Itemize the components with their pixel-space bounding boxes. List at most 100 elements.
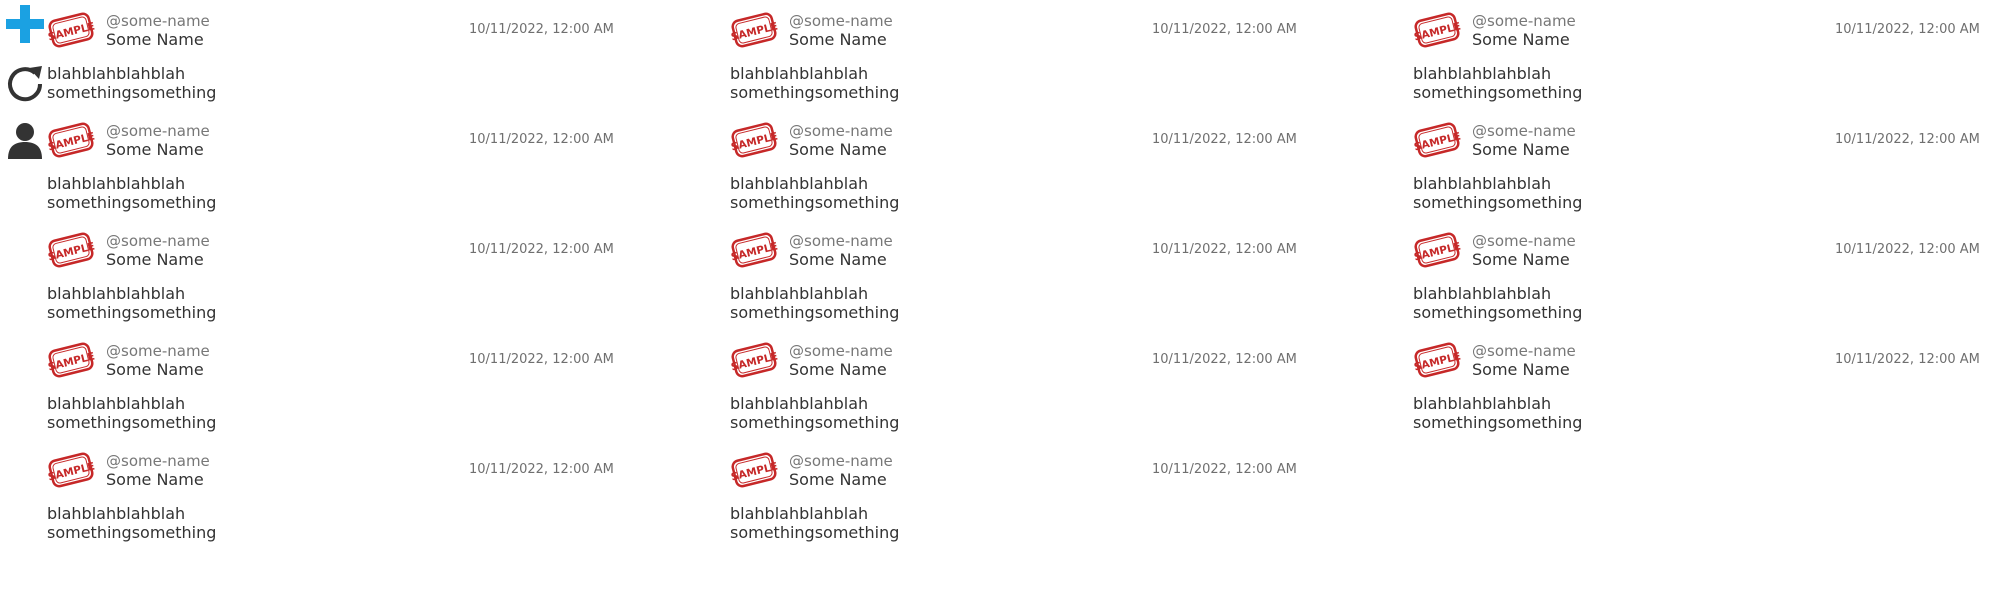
post-timestamp: 10/11/2022, 12:00 AM [1835,22,1980,37]
avatar[interactable]: SAMPLE [730,118,779,162]
avatar[interactable]: SAMPLE [47,228,96,272]
post-body-line: blahblahblahblah [47,284,186,303]
post-handle[interactable]: @some-name [106,12,210,30]
add-button[interactable] [5,4,45,44]
avatar[interactable]: SAMPLE [1413,338,1462,382]
plus-icon [6,5,44,43]
post-author-name[interactable]: Some Name [106,30,204,49]
post-author-name[interactable]: Some Name [789,140,887,159]
sidebar [0,0,50,600]
post-card[interactable]: SAMPLE @some-name Some Name 10/11/2022, 12… [1413,220,2000,328]
post-card[interactable]: SAMPLE @some-name Some Name 10/11/2022, 12… [730,220,1360,328]
post-card[interactable]: SAMPLE @some-name Some Name 10/11/2022, 12… [730,440,1360,548]
post-author-name[interactable]: Some Name [106,140,204,159]
post-author-name[interactable]: Some Name [1472,30,1570,49]
post-handle[interactable]: @some-name [106,342,210,360]
post-body: blahblahblahblah somethingsomething [1413,64,1582,102]
post-body: blahblahblahblah somethingsomething [730,394,899,432]
post-author-name[interactable]: Some Name [1472,360,1570,379]
post-handle[interactable]: @some-name [106,232,210,250]
post-body-line: blahblahblahblah [47,394,186,413]
post-timestamp: 10/11/2022, 12:00 AM [1835,352,1980,367]
avatar[interactable]: SAMPLE [730,338,779,382]
post-card[interactable]: SAMPLE @some-name Some Name 10/11/2022, 12… [1413,0,2000,108]
post-body-line: blahblahblahblah [730,504,869,523]
post-body-line: somethingsomething [730,413,900,432]
post-body-line: blahblahblahblah [730,64,869,83]
post-body-line: blahblahblahblah [1413,284,1552,303]
post-body: blahblahblahblah somethingsomething [1413,174,1582,212]
avatar[interactable]: SAMPLE [730,448,779,492]
profile-button[interactable] [5,120,45,160]
post-author-name[interactable]: Some Name [1472,250,1570,269]
post-handle[interactable]: @some-name [106,122,210,140]
post-body-line: blahblahblahblah [730,174,869,193]
avatar[interactable]: SAMPLE [1413,8,1462,52]
post-handle[interactable]: @some-name [789,342,893,360]
post-handle[interactable]: @some-name [789,232,893,250]
post-card[interactable]: SAMPLE @some-name Some Name 10/11/2022, 12… [47,440,677,548]
post-handle[interactable]: @some-name [789,122,893,140]
post-author-name[interactable]: Some Name [106,250,204,269]
post-body-line: somethingsomething [730,523,900,542]
post-card[interactable]: SAMPLE @some-name Some Name 10/11/2022, 12… [730,330,1360,438]
post-handle[interactable]: @some-name [106,452,210,470]
post-timestamp: 10/11/2022, 12:00 AM [1835,132,1980,147]
post-timestamp: 10/11/2022, 12:00 AM [1835,242,1980,257]
post-author-name[interactable]: Some Name [789,250,887,269]
post-body-line: blahblahblahblah [730,284,869,303]
avatar[interactable]: SAMPLE [47,8,96,52]
post-body: blahblahblahblah somethingsomething [47,64,216,102]
post-card[interactable]: SAMPLE @some-name Some Name 10/11/2022, 12… [47,0,677,108]
post-author-name[interactable]: Some Name [789,470,887,489]
post-author-name[interactable]: Some Name [789,360,887,379]
post-body: blahblahblahblah somethingsomething [47,394,216,432]
post-handle[interactable]: @some-name [1472,232,1576,250]
post-body-line: blahblahblahblah [1413,394,1552,413]
post-body: blahblahblahblah somethingsomething [730,504,899,542]
post-timestamp: 10/11/2022, 12:00 AM [469,242,614,257]
post-card[interactable]: SAMPLE @some-name Some Name 10/11/2022, 12… [47,220,677,328]
post-card[interactable]: SAMPLE @some-name Some Name 10/11/2022, 12… [47,110,677,218]
post-body-line: somethingsomething [1413,83,1583,102]
avatar[interactable]: SAMPLE [730,228,779,272]
post-body: blahblahblahblah somethingsomething [1413,284,1582,322]
post-body-line: somethingsomething [47,193,217,212]
post-card[interactable]: SAMPLE @some-name Some Name 10/11/2022, 12… [47,330,677,438]
post-handle[interactable]: @some-name [1472,342,1576,360]
avatar[interactable]: SAMPLE [47,448,96,492]
post-author-name[interactable]: Some Name [789,30,887,49]
post-handle[interactable]: @some-name [789,452,893,470]
post-body-line: somethingsomething [47,83,217,102]
post-author-name[interactable]: Some Name [106,360,204,379]
post-card[interactable]: SAMPLE @some-name Some Name 10/11/2022, 12… [730,110,1360,218]
post-body: blahblahblahblah somethingsomething [730,64,899,102]
post-timestamp: 10/11/2022, 12:00 AM [469,22,614,37]
post-body-line: somethingsomething [1413,193,1583,212]
post-body: blahblahblahblah somethingsomething [47,174,216,212]
post-handle[interactable]: @some-name [1472,12,1576,30]
post-body-line: somethingsomething [730,303,900,322]
post-card[interactable]: SAMPLE @some-name Some Name 10/11/2022, 12… [730,0,1360,108]
refresh-button[interactable] [5,64,45,104]
avatar[interactable]: SAMPLE [47,118,96,162]
post-handle[interactable]: @some-name [789,12,893,30]
post-timestamp: 10/11/2022, 12:00 AM [1152,352,1297,367]
post-card[interactable]: SAMPLE @some-name Some Name 10/11/2022, 12… [1413,330,2000,438]
post-timestamp: 10/11/2022, 12:00 AM [1152,242,1297,257]
post-author-name[interactable]: Some Name [106,470,204,489]
post-timestamp: 10/11/2022, 12:00 AM [469,462,614,477]
post-body-line: somethingsomething [730,83,900,102]
post-handle[interactable]: @some-name [1472,122,1576,140]
avatar[interactable]: SAMPLE [730,8,779,52]
avatar[interactable]: SAMPLE [1413,118,1462,162]
post-timestamp: 10/11/2022, 12:00 AM [1152,132,1297,147]
post-card[interactable]: SAMPLE @some-name Some Name 10/11/2022, 12… [1413,110,2000,218]
avatar[interactable]: SAMPLE [1413,228,1462,272]
post-author-name[interactable]: Some Name [1472,140,1570,159]
avatar[interactable]: SAMPLE [47,338,96,382]
post-body-line: somethingsomething [730,193,900,212]
post-body-line: blahblahblahblah [47,64,186,83]
post-body-line: blahblahblahblah [47,174,186,193]
post-timestamp: 10/11/2022, 12:00 AM [469,352,614,367]
